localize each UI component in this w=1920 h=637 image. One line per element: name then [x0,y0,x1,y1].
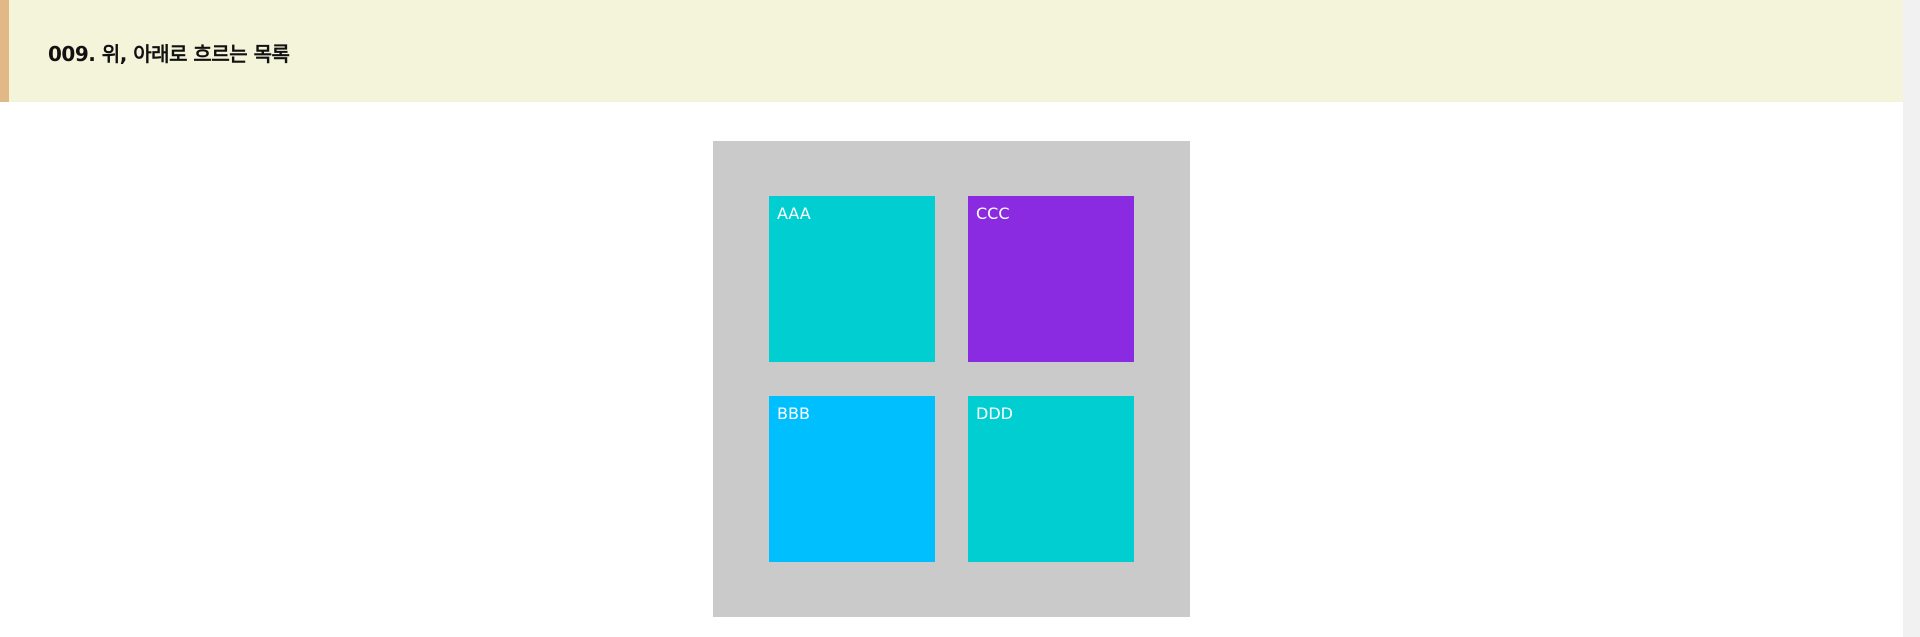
flex-item-aaa: AAA [769,196,935,362]
flex-item-ddd: DDD [968,396,1134,562]
page-title: 009. 위, 아래로 흐르는 목록 [48,42,290,66]
flex-column-container: AAA BBB CCC DDD [713,141,1190,617]
flex-item-ccc: CCC [968,196,1134,362]
header-accent-bar [0,0,9,102]
vertical-scrollbar[interactable] [1903,0,1920,637]
flex-item-bbb: BBB [769,396,935,562]
page-header: 009. 위, 아래로 흐르는 목록 [0,0,1903,102]
